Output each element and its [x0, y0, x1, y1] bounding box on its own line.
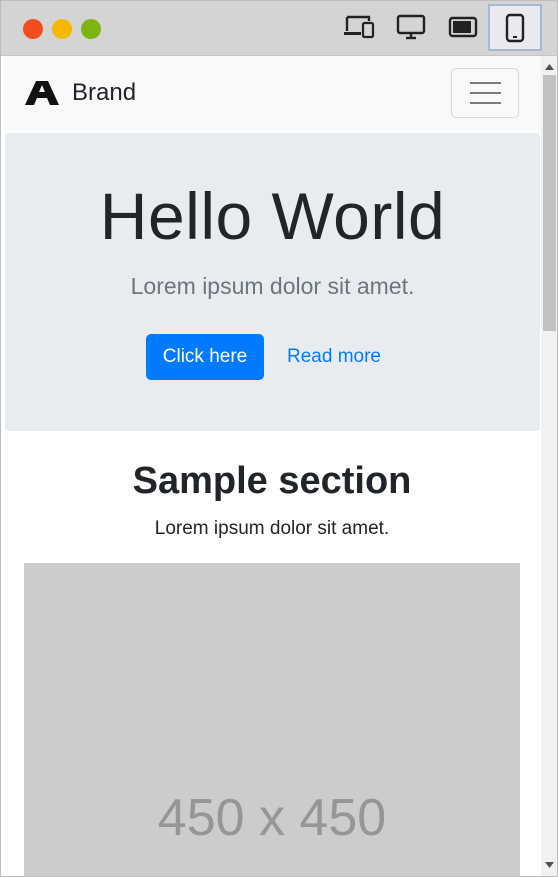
browser-window: Brand Hello World Lorem ipsum dolor sit … — [0, 0, 558, 877]
responsive-devices-icon — [344, 15, 375, 39]
brand-logo-icon[interactable] — [25, 81, 59, 105]
desktop-mode-button[interactable] — [387, 5, 435, 49]
desktop-monitor-icon — [396, 14, 426, 40]
hero-lead-text: Lorem ipsum dolor sit amet. — [130, 273, 415, 299]
hero-jumbotron: Hello World Lorem ipsum dolor sit amet. … — [5, 133, 540, 431]
window-toolbar — [1, 1, 557, 56]
placeholder-image: 450 x 450 — [24, 563, 520, 876]
brand-name[interactable]: Brand — [72, 78, 136, 108]
hero-title: Hello World — [99, 179, 446, 253]
read-more-link[interactable]: Read more — [287, 334, 385, 380]
close-window-button[interactable] — [23, 19, 43, 39]
navbar: Brand — [3, 56, 541, 130]
scroll-down-arrow[interactable] — [541, 856, 557, 873]
section-title: Sample section — [132, 460, 412, 502]
tablet-landscape-icon — [448, 16, 478, 38]
navbar-toggler-button[interactable] — [451, 68, 519, 118]
tablet-mode-button[interactable] — [439, 5, 487, 49]
vertical-scrollbar[interactable] — [541, 56, 557, 876]
responsive-mode-button[interactable] — [335, 5, 383, 49]
placeholder-image-label: 450 x 450 — [157, 789, 387, 847]
maximize-window-button[interactable] — [81, 19, 101, 39]
mobile-phone-icon — [505, 13, 525, 42]
scroll-up-icon — [545, 63, 554, 70]
scrollbar-thumb[interactable] — [543, 75, 556, 331]
minimize-window-button[interactable] — [52, 19, 72, 39]
click-here-button[interactable]: Click here — [146, 334, 264, 380]
scroll-down-icon — [545, 861, 554, 868]
page-viewport: Brand Hello World Lorem ipsum dolor sit … — [3, 56, 541, 876]
scroll-up-arrow[interactable] — [541, 58, 557, 75]
section-text: Lorem ipsum dolor sit amet. — [154, 518, 390, 539]
mobile-mode-button[interactable] — [488, 4, 542, 51]
